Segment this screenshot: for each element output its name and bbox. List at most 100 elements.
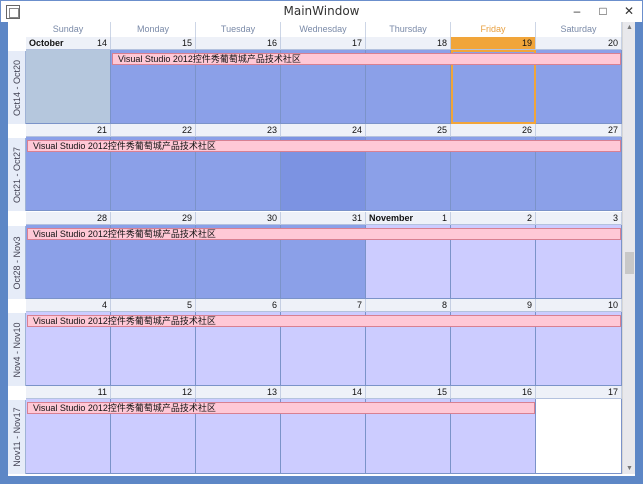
day-number[interactable]: 30 (196, 212, 281, 225)
date-label: 31 (351, 213, 362, 223)
day-number[interactable]: 27 (536, 124, 622, 137)
minimize-icon[interactable]: – (564, 2, 590, 20)
day-number[interactable]: 1 November (366, 212, 451, 225)
date-label: 16 (521, 387, 532, 397)
day-number[interactable]: 16 (451, 386, 536, 399)
day-header-saturday: Saturday (536, 22, 622, 37)
day-header-monday: Monday (111, 22, 196, 37)
day-number[interactable]: 3 (536, 212, 622, 225)
window-frame: MainWindow – □ ✕ Sunday Monday Tuesday W… (0, 0, 643, 484)
date-label: 14 (96, 38, 107, 48)
date-label: 18 (436, 38, 447, 48)
day-number[interactable]: 28 (26, 212, 111, 225)
day-number[interactable]: 19 (451, 37, 536, 50)
day-number[interactable]: 18 (366, 37, 451, 50)
month-label: October (29, 38, 64, 48)
date-label: 1 (441, 213, 447, 223)
date-label: 15 (181, 38, 192, 48)
day-number[interactable]: 7 (281, 299, 366, 312)
day-number[interactable]: 14 (281, 386, 366, 399)
week-range-text: Oct14 - Oct20 (11, 59, 22, 116)
date-label: 20 (607, 38, 618, 48)
day-number[interactable]: 17 (536, 386, 622, 399)
day-number[interactable]: 6 (196, 299, 281, 312)
day-number[interactable]: 31 (281, 212, 366, 225)
day-number[interactable]: 14 October (26, 37, 111, 50)
day-number[interactable]: 17 (281, 37, 366, 50)
appointment-bar[interactable]: Visual Studio 2012控件秀葡萄城产品技术社区 (112, 53, 621, 65)
day-number[interactable]: 25 (366, 124, 451, 137)
day-number[interactable]: 24 (281, 124, 366, 137)
day-number[interactable]: 9 (451, 299, 536, 312)
date-label: 11 (97, 387, 107, 397)
date-label: 10 (607, 300, 618, 310)
calendar-view: Sunday Monday Tuesday Wednesday Thursday… (8, 22, 635, 476)
week-label: Oct14 - Oct20 (8, 51, 26, 124)
day-number[interactable]: 15 (366, 386, 451, 399)
day-number[interactable]: 12 (111, 386, 196, 399)
date-label: 21 (96, 125, 107, 135)
date-label: 2 (526, 213, 532, 223)
date-label: 17 (351, 38, 362, 48)
date-label: 16 (266, 38, 277, 48)
date-label: 29 (181, 213, 192, 223)
appointment-bar[interactable]: Visual Studio 2012控件秀葡萄城产品技术社区 (27, 228, 621, 240)
date-label: 6 (271, 300, 277, 310)
date-label: 17 (607, 387, 618, 397)
day-number[interactable]: 26 (451, 124, 536, 137)
week-label: Oct21 - Oct27 (8, 138, 26, 211)
day-number[interactable]: 16 (196, 37, 281, 50)
day-header-friday: Friday (451, 22, 536, 37)
week-range-text: Nov4 - Nov10 (11, 321, 22, 378)
date-label: 19 (521, 38, 532, 48)
date-label: 28 (96, 213, 107, 223)
day-number[interactable]: 4 (26, 299, 111, 312)
date-label: 26 (521, 125, 532, 135)
title-bar[interactable]: MainWindow – □ ✕ (0, 0, 643, 22)
day-number[interactable]: 11 (26, 386, 111, 399)
day-header-sunday: Sunday (26, 22, 111, 37)
day-cell[interactable] (536, 399, 622, 474)
day-number[interactable]: 23 (196, 124, 281, 137)
day-number[interactable]: 20 (536, 37, 622, 50)
date-label: 5 (186, 300, 192, 310)
scroll-up-icon[interactable]: ▲ (625, 23, 634, 32)
date-label: 9 (526, 300, 532, 310)
day-cell[interactable] (26, 50, 111, 124)
close-icon[interactable]: ✕ (616, 2, 642, 20)
day-number[interactable]: 10 (536, 299, 622, 312)
scroll-down-icon[interactable]: ▼ (625, 464, 634, 473)
vertical-scrollbar[interactable]: ▲ ▼ (622, 22, 635, 474)
date-label: 25 (436, 125, 447, 135)
week-range-text: Nov11 - Nov17 (11, 407, 22, 467)
day-number[interactable]: 8 (366, 299, 451, 312)
day-number[interactable]: 5 (111, 299, 196, 312)
appointment-bar[interactable]: Visual Studio 2012控件秀葡萄城产品技术社区 (27, 402, 535, 414)
date-label: 13 (266, 387, 277, 397)
appointment-bar[interactable]: Visual Studio 2012控件秀葡萄城产品技术社区 (27, 315, 621, 327)
day-number[interactable]: 22 (111, 124, 196, 137)
week-label: Nov4 - Nov10 (8, 313, 26, 386)
day-number[interactable]: 2 (451, 212, 536, 225)
week-range-text: Oct28 - Nov3 (11, 235, 22, 290)
date-label: 14 (351, 387, 362, 397)
appointment-bar[interactable]: Visual Studio 2012控件秀葡萄城产品技术社区 (27, 140, 621, 152)
date-label: 30 (266, 213, 277, 223)
date-label: 22 (181, 125, 192, 135)
day-number[interactable]: 13 (196, 386, 281, 399)
day-number[interactable]: 21 (26, 124, 111, 137)
window-title: MainWindow (283, 4, 360, 18)
day-header-thursday: Thursday (366, 22, 451, 37)
day-number[interactable]: 29 (111, 212, 196, 225)
day-header-wednesday: Wednesday (281, 22, 366, 37)
scroll-thumb[interactable] (625, 252, 634, 274)
week-label: Nov11 - Nov17 (8, 400, 26, 474)
date-label: 23 (266, 125, 277, 135)
day-header-tuesday: Tuesday (196, 22, 281, 37)
date-label: 3 (612, 213, 618, 223)
day-number[interactable]: 15 (111, 37, 196, 50)
date-label: 12 (181, 387, 192, 397)
maximize-icon[interactable]: □ (590, 2, 616, 20)
month-label: November (369, 213, 414, 223)
date-label: 27 (607, 125, 618, 135)
